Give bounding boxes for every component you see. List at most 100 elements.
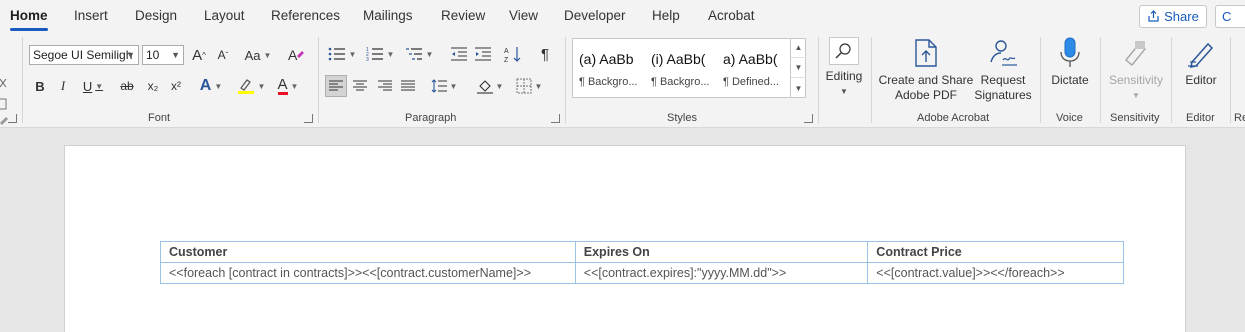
align-right-icon xyxy=(378,80,392,91)
align-right-button[interactable] xyxy=(375,76,395,96)
justify-button[interactable] xyxy=(398,76,418,96)
font-color-button[interactable]: A ▼ xyxy=(273,76,303,96)
change-case-icon: Aa xyxy=(244,47,261,63)
tab-references[interactable]: References xyxy=(271,8,340,23)
pdf-share-icon xyxy=(910,37,942,69)
style-name: ¶ Defined... xyxy=(723,76,780,88)
table-header-cell[interactable]: Expires On xyxy=(574,241,869,263)
request-label-1: Request xyxy=(980,73,1026,87)
tab-layout[interactable]: Layout xyxy=(204,8,245,23)
separator xyxy=(318,37,319,123)
table-cell[interactable]: <<foreach [contract in contracts]>><<[co… xyxy=(160,262,576,284)
multilevel-list-button[interactable]: ▼ xyxy=(404,44,434,64)
numbering-icon: 123 xyxy=(366,47,383,62)
font-group-label: Font xyxy=(148,112,171,124)
share-icon xyxy=(1148,10,1159,22)
tab-mailings[interactable]: Mailings xyxy=(363,8,413,23)
separator xyxy=(1040,37,1041,123)
clipboard-icons xyxy=(0,78,8,125)
sensitivity-label: Sensitivity xyxy=(1108,73,1164,87)
increase-indent-icon xyxy=(475,47,491,61)
highlight-button[interactable]: ▼ xyxy=(235,76,267,96)
font-name-combobox[interactable]: Segoe UI Semiligh ▼ xyxy=(29,45,139,65)
gallery-more-icon[interactable]: ▼ xyxy=(791,78,806,98)
style-item-background-a[interactable]: (a) AaBb ¶ Backgro... xyxy=(575,43,647,95)
borders-button[interactable]: ▼ xyxy=(513,76,545,96)
document-page[interactable]: Customer Expires On Contract Price <<for… xyxy=(64,145,1186,332)
chevron-down-icon: ▼ xyxy=(840,87,848,96)
chevron-down-icon[interactable]: ▼ xyxy=(126,46,135,64)
tab-insert[interactable]: Insert xyxy=(74,8,108,23)
tab-review[interactable]: Review xyxy=(441,8,485,23)
font-launcher[interactable] xyxy=(304,114,313,123)
style-item-background-i[interactable]: (i) AaBb( ¶ Backgro... xyxy=(647,43,719,95)
clear-formatting-button[interactable]: A xyxy=(285,45,307,65)
document-canvas: Customer Expires On Contract Price <<for… xyxy=(0,129,1245,332)
bold-icon: B xyxy=(35,78,45,94)
gallery-down-icon[interactable]: ▼ xyxy=(791,58,806,78)
styles-launcher[interactable] xyxy=(804,114,813,123)
request-label-2: Signatures xyxy=(974,88,1032,102)
show-formatting-marks-button[interactable]: ¶ xyxy=(535,44,555,64)
separator xyxy=(565,37,566,123)
create-share-label-2: Adobe PDF xyxy=(894,88,958,102)
superscript-button[interactable]: x² xyxy=(167,76,185,96)
strikethrough-icon: ab xyxy=(120,79,134,93)
change-case-button[interactable]: Aa ▼ xyxy=(243,45,273,65)
line-spacing-button[interactable]: ▼ xyxy=(428,76,460,96)
tab-home[interactable]: Home xyxy=(10,8,48,23)
align-left-button[interactable] xyxy=(325,75,347,97)
bullets-button[interactable]: ▼ xyxy=(327,44,357,64)
table-header-cell[interactable]: Customer xyxy=(160,241,576,263)
request-signatures-button[interactable]: Request Signatures xyxy=(974,37,1032,103)
chevron-down-icon[interactable]: ▼ xyxy=(171,46,180,64)
pilcrow-icon: ¶ xyxy=(540,45,550,63)
comments-button[interactable]: C xyxy=(1215,5,1245,28)
editing-button[interactable]: Editing ▼ xyxy=(824,37,864,99)
separator xyxy=(1100,37,1101,123)
italic-button[interactable]: I xyxy=(55,76,71,96)
strikethrough-button[interactable]: ab xyxy=(117,76,137,96)
style-preview: (i) AaBb( xyxy=(651,51,706,67)
justify-icon xyxy=(401,80,415,91)
sensitivity-tag-icon xyxy=(1120,37,1152,69)
voice-group-label: Voice xyxy=(1056,112,1083,124)
editor-button[interactable]: Editor xyxy=(1178,37,1224,88)
font-size-combobox[interactable]: 10 ▼ xyxy=(142,45,184,65)
align-center-button[interactable] xyxy=(350,76,370,96)
tab-design[interactable]: Design xyxy=(135,8,177,23)
active-tab-indicator xyxy=(10,28,48,31)
table-cell[interactable]: <<[contract.expires]:"yyyy.MM.dd">> xyxy=(574,262,869,284)
text-effects-button[interactable]: A ▼ xyxy=(196,76,226,96)
gallery-up-icon[interactable]: ▲ xyxy=(791,38,806,58)
editor-pen-icon xyxy=(1185,37,1217,69)
subscript-button[interactable]: x₂ xyxy=(144,76,162,96)
decrease-indent-button[interactable] xyxy=(449,44,469,64)
style-item-defined[interactable]: a) AaBb( ¶ Defined... xyxy=(719,43,791,95)
numbering-button[interactable]: 123 ▼ xyxy=(365,44,395,64)
tab-acrobat[interactable]: Acrobat xyxy=(708,8,755,23)
paragraph-launcher[interactable] xyxy=(551,114,560,123)
increase-indent-button[interactable] xyxy=(473,44,493,64)
font-color-icon: A xyxy=(277,75,288,95)
underline-button[interactable]: U ▼ xyxy=(79,76,107,96)
share-button[interactable]: Share xyxy=(1139,5,1207,28)
sort-button[interactable]: AZ xyxy=(503,44,523,64)
tab-help[interactable]: Help xyxy=(652,8,680,23)
bold-button[interactable]: B xyxy=(32,76,48,96)
table-header-cell[interactable]: Contract Price xyxy=(867,241,1124,263)
sensitivity-button[interactable]: Sensitivity ▼ xyxy=(1106,37,1166,103)
grow-font-button[interactable]: A ^ xyxy=(189,45,209,65)
table-cell[interactable]: <<[contract.value]>><</foreach>> xyxy=(867,262,1124,284)
clipboard-launcher[interactable] xyxy=(8,114,17,123)
shrink-font-button[interactable]: Aˇ xyxy=(213,45,233,65)
dictate-button[interactable]: Dictate xyxy=(1047,37,1093,88)
create-share-pdf-button[interactable]: Create and Share Adobe PDF xyxy=(878,37,974,103)
editor-group-label: Editor xyxy=(1186,112,1215,124)
ribbon-home: Segoe UI Semiligh ▼ 10 ▼ A ^ Aˇ Aa ▼ A B I… xyxy=(0,33,1245,128)
chevron-down-icon: ▼ xyxy=(1132,91,1140,100)
contracts-table: Customer Expires On Contract Price <<for… xyxy=(160,241,1124,284)
tab-view[interactable]: View xyxy=(509,8,538,23)
tab-developer[interactable]: Developer xyxy=(564,8,626,23)
shading-button[interactable]: ▼ xyxy=(475,76,505,96)
